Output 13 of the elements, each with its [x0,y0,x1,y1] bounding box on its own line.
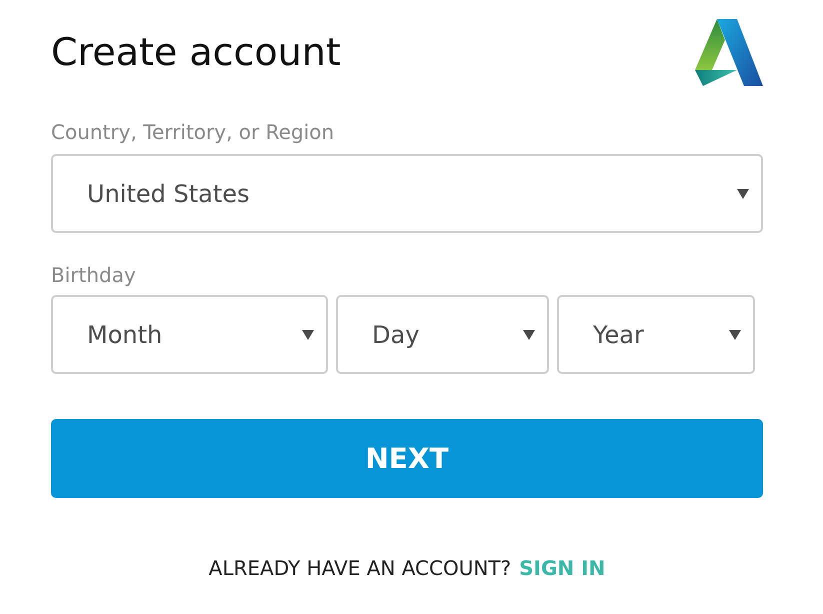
date-select[interactable]: Day [336,295,549,374]
caret-icon [523,330,535,340]
field-label: Country, Territory, or Region [51,119,336,146]
logo-icon [695,18,763,86]
page-title: Create account [51,30,341,74]
caret-icon [737,188,749,198]
date-select[interactable]: Year [557,295,755,374]
date-select[interactable]: Month [51,295,328,374]
caret-icon [302,330,314,340]
footer-text: ALREADY HAVE AN ACCOUNT? [208,556,512,580]
field-label: Birthday [51,262,137,289]
country-select[interactable]: United States [51,154,763,233]
caret-icon [729,330,741,340]
